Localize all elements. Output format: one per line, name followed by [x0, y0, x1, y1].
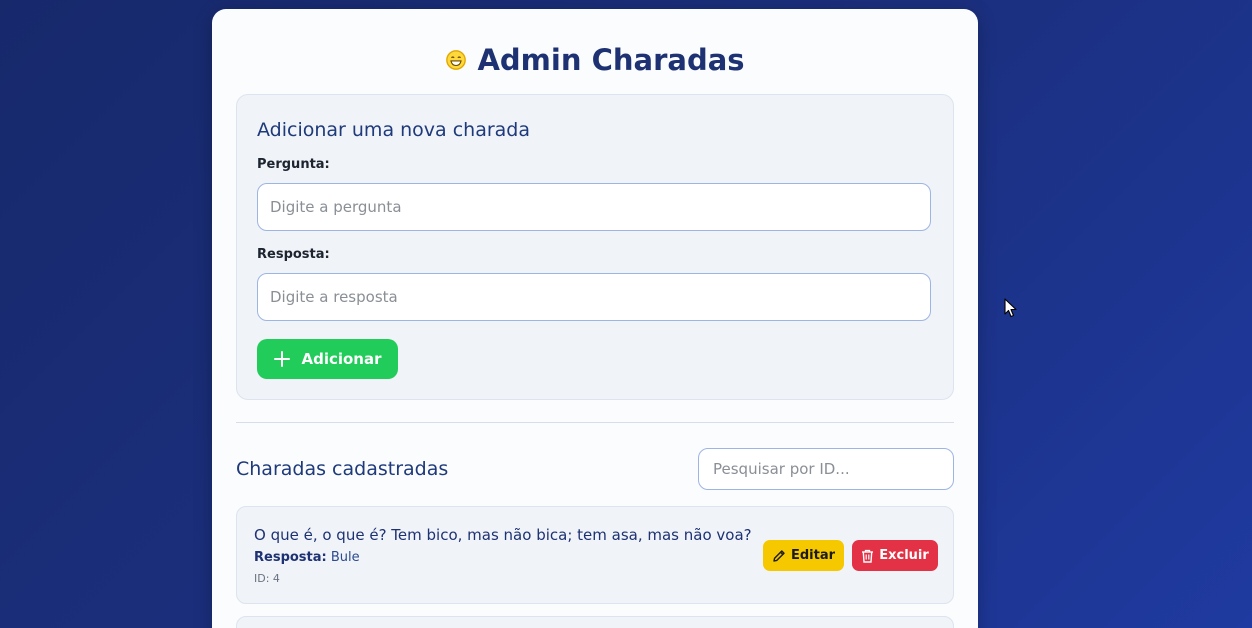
answer-label: Resposta: — [257, 247, 330, 262]
edit-button[interactable]: Editar — [763, 540, 844, 571]
riddles-list-heading: Charadas cadastradas — [236, 458, 449, 480]
search-by-id-input[interactable] — [698, 448, 954, 490]
add-riddle-panel: Adicionar uma nova charada Pergunta: Res… — [236, 94, 954, 400]
riddle-answer-value: Bule — [330, 550, 360, 565]
pencil-icon — [773, 549, 785, 562]
riddle-id: ID: 4 — [254, 572, 280, 585]
answer-input[interactable] — [257, 273, 931, 321]
question-label: Pergunta: — [257, 157, 330, 172]
add-riddle-heading: Adicionar uma nova charada — [257, 119, 531, 141]
delete-button[interactable]: Excluir — [852, 540, 938, 571]
page-title-text: Admin Charadas — [477, 43, 745, 77]
add-button-label: Adicionar — [301, 350, 382, 368]
edit-button-label: Editar — [790, 548, 836, 563]
riddle-answer: Resposta: Bule — [254, 550, 360, 565]
grinning-face-icon — [446, 50, 467, 70]
delete-button-label: Excluir — [879, 548, 929, 563]
admin-card: Admin Charadas Adicionar uma nova charad… — [212, 9, 978, 628]
mouse-pointer-icon — [1004, 298, 1017, 318]
trash-icon — [862, 549, 874, 563]
riddle-list-item — [236, 616, 954, 628]
question-input[interactable] — [257, 183, 931, 231]
riddle-answer-label: Resposta: — [254, 550, 327, 565]
page-title: Admin Charadas — [212, 42, 978, 78]
riddle-list-item: O que é, o que é? Tem bico, mas não bica… — [236, 506, 954, 604]
add-button[interactable]: Adicionar — [257, 339, 398, 379]
section-divider — [236, 422, 954, 423]
plus-icon — [274, 351, 291, 367]
riddle-question: O que é, o que é? Tem bico, mas não bica… — [254, 526, 752, 544]
